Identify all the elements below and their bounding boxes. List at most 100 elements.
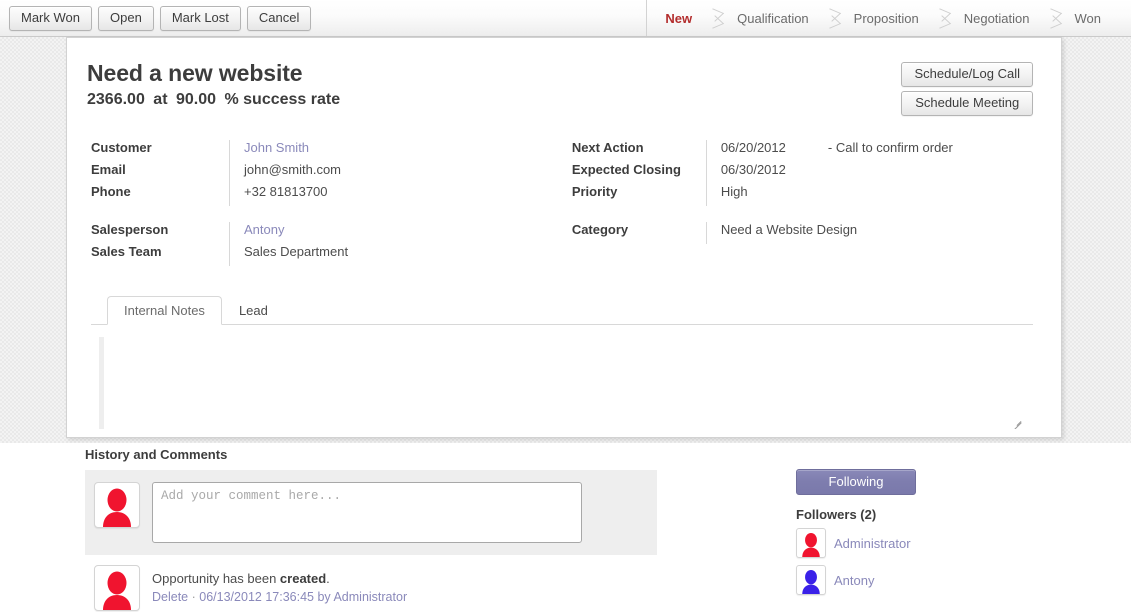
tab-lead[interactable]: Lead (222, 296, 285, 325)
history-author-link[interactable]: Administrator (333, 590, 407, 604)
chevron-right-icon (1044, 0, 1061, 36)
comment-compose-panel (85, 470, 657, 555)
stage-label: Negotiation (963, 10, 1030, 26)
following-toggle-button[interactable]: Following (796, 469, 916, 495)
toolbar-button-group: Mark Won Open Mark Lost Cancel (0, 5, 312, 31)
history-by-word: by (317, 590, 331, 604)
mark-won-button[interactable]: Mark Won (9, 5, 92, 31)
field-label-sales-team: Sales Team (91, 244, 162, 259)
field-column-left: Customer John Smith Email john@smith.com Pho… (91, 140, 572, 282)
stage-qualification[interactable]: Qualification (723, 11, 823, 26)
avatar (94, 565, 140, 611)
field-value-category: Need a Website Design (720, 222, 858, 237)
field-row: Email john@smith.com (91, 162, 572, 184)
field-label-customer: Customer (91, 140, 152, 155)
stage-label: Won (1074, 10, 1102, 26)
history-message-emphasis: created (279, 571, 327, 586)
field-separator (705, 162, 707, 184)
follower-name[interactable]: Administrator (834, 536, 911, 551)
field-row: Phone +32 81813700 (91, 184, 572, 206)
page-root: Mark Won Open Mark Lost Cancel New Qualifica… (0, 0, 1131, 612)
notebook: Internal Notes Lead (87, 296, 1061, 433)
open-button[interactable]: Open (98, 5, 154, 31)
history-message-prefix: Opportunity has been (152, 571, 280, 586)
delete-message-link[interactable]: Delete (152, 590, 188, 604)
notebook-tabs: Internal Notes Lead (91, 296, 1033, 325)
stage-new[interactable]: New (651, 11, 706, 26)
field-column-right: Next Action 06/20/2012 - Call to confirm o… (572, 140, 1033, 282)
follower-name[interactable]: Antony (834, 573, 874, 588)
field-row: Sales Team Sales Department (91, 244, 572, 266)
followers-list: Administrator Antony (796, 528, 1056, 595)
field-label-category: Category (571, 222, 629, 237)
chevron-right-icon (933, 0, 950, 36)
field-label-expected-closing: Expected Closing (571, 162, 681, 177)
notes-left-bar (99, 337, 104, 429)
comment-input[interactable] (152, 482, 582, 543)
chevron-right-icon (706, 0, 723, 36)
record-subtitle: 2366.00 at 90.00 % success rate (87, 91, 344, 109)
avatar (796, 528, 826, 558)
chatter-area: History and Comments Opportunity has bee… (0, 443, 1131, 612)
history-timestamp: 06/13/2012 17:36:45 (199, 590, 314, 604)
history-list: Opportunity has been created. Delete · 06… (85, 563, 660, 611)
expected-revenue-value: 2366.00 (87, 91, 145, 108)
field-label-priority: Priority (571, 184, 618, 199)
schedule-log-call-button[interactable]: Schedule/Log Call (901, 62, 1033, 87)
field-separator (229, 140, 230, 162)
field-group: Category Need a Website Design (572, 222, 1033, 244)
avatar (94, 482, 140, 528)
field-separator (229, 222, 230, 244)
tab-internal-notes[interactable]: Internal Notes (107, 296, 222, 325)
field-value-email: john@smith.com (244, 162, 342, 177)
field-row: Next Action 06/20/2012 - Call to confirm o… (572, 140, 1033, 162)
field-value-salesperson[interactable]: Antony (244, 222, 284, 237)
field-separator (705, 140, 707, 162)
stage-label: Qualification (737, 10, 809, 26)
chevron-right-icon (823, 0, 840, 36)
stage-label: Proposition (853, 10, 919, 26)
meta-separator: · (191, 590, 196, 604)
history-message: Opportunity has been created. (152, 571, 407, 586)
resize-handle-icon[interactable] (1013, 419, 1023, 429)
field-row: Customer John Smith (91, 140, 572, 162)
follower-item: Administrator (796, 528, 1056, 558)
field-separator (705, 184, 707, 206)
schedule-meeting-button[interactable]: Schedule Meeting (901, 91, 1033, 116)
avatar (796, 565, 826, 595)
field-separator (229, 162, 230, 184)
field-value-next-action: 06/20/2012 (720, 140, 786, 155)
history-message-suffix: . (326, 571, 330, 586)
chatter-main: History and Comments Opportunity has bee… (85, 447, 660, 611)
field-group: Salesperson Antony Sales Team Sales Departm… (91, 222, 572, 266)
field-label-email: Email (91, 162, 126, 177)
stage-proposition[interactable]: Proposition (840, 11, 933, 26)
field-value-sales-team: Sales Department (244, 244, 349, 259)
history-body: Opportunity has been created. Delete · 06… (152, 565, 407, 604)
field-row: Priority High (572, 184, 1033, 206)
follower-item: Antony (796, 565, 1056, 595)
sheet-action-buttons: Schedule/Log Call Schedule Meeting (901, 62, 1033, 116)
stage-statusbar: New Qualification Proposition Negotiation Wo… (646, 0, 1131, 36)
field-value-phone: +32 81813700 (244, 184, 328, 199)
field-separator (705, 222, 707, 244)
stage-negotiation[interactable]: Negotiation (950, 11, 1044, 26)
field-value-priority: High (720, 184, 748, 199)
followers-count-label: Followers (2) (796, 507, 877, 522)
stage-won[interactable]: Won (1061, 11, 1116, 26)
field-separator (229, 184, 230, 206)
mark-lost-button[interactable]: Mark Lost (159, 5, 241, 31)
success-rate-label: % success rate (224, 91, 341, 108)
field-row: Category Need a Website Design (572, 222, 1033, 244)
sheet-header: Need a new website 2366.00 at 90.00 % su… (87, 60, 1033, 116)
probability-value: 90.00 (175, 91, 217, 108)
internal-notes-textarea[interactable] (111, 337, 1061, 429)
cancel-button[interactable]: Cancel (246, 5, 312, 31)
field-separator (229, 244, 230, 266)
record-heading: Need a new website 2366.00 at 90.00 % su… (87, 60, 344, 109)
history-and-comments-title: History and Comments (85, 447, 228, 462)
field-label-phone: Phone (91, 184, 131, 199)
field-value-customer[interactable]: John Smith (244, 140, 309, 155)
field-value-expected-closing: 06/30/2012 (720, 162, 786, 177)
page-title: Need a new website (87, 60, 303, 86)
